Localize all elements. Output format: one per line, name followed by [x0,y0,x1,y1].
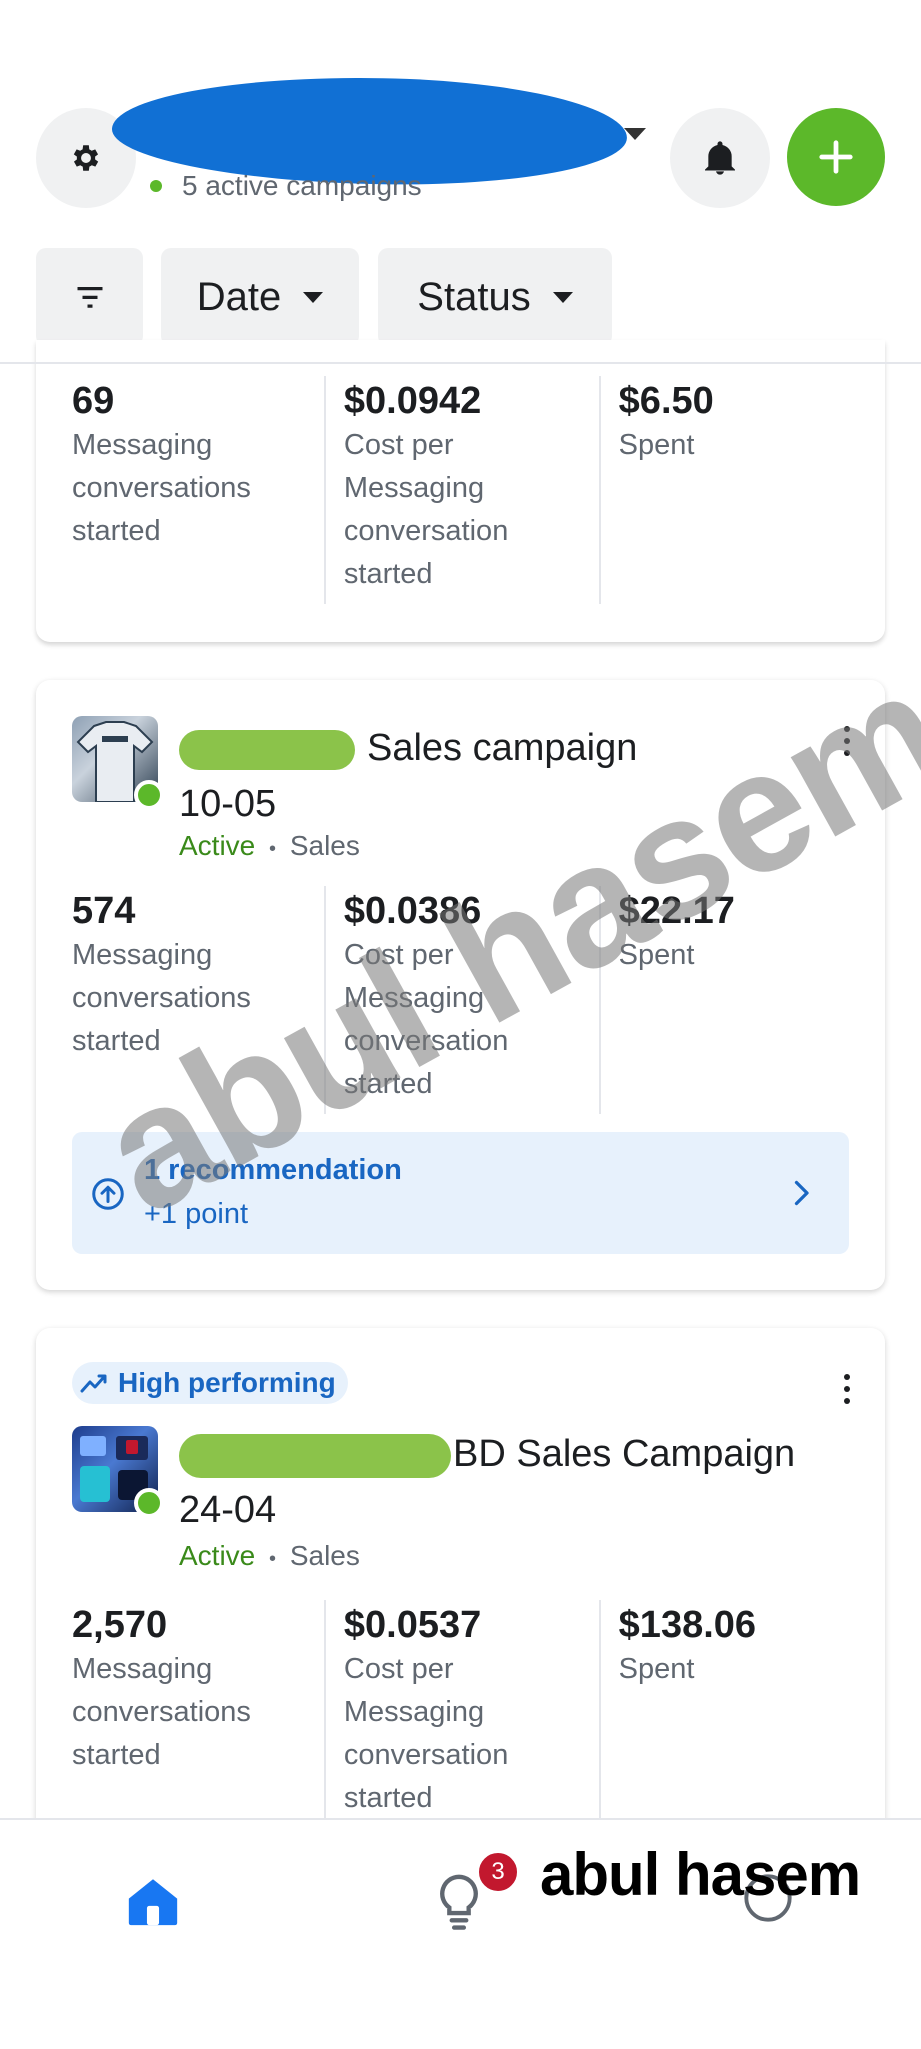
plus-icon [819,140,853,174]
metric-value: 574 [72,890,136,932]
create-campaign-button[interactable] [787,108,885,206]
arrow-up-circle-icon [92,1178,124,1210]
high-performing-badge: High performing [72,1362,348,1404]
campaign-title-text: BD Sales Campaign [453,1433,796,1475]
separator-dot: • [269,838,277,860]
metric-value: $6.50 [618,380,714,422]
separator-dot: • [269,1548,277,1570]
nav-tab-ideas[interactable] [434,1872,484,1935]
campaign-metrics: 2,570 Messaging conversations started $0… [72,1600,885,1828]
lightbulb-icon [440,1874,478,1930]
active-dot-icon [150,180,162,192]
nav-tab-home[interactable] [124,1874,182,1933]
status-filter-dropdown[interactable]: Status [378,248,612,346]
filter-divider [0,362,921,364]
filter-icon [77,287,102,308]
campaign-card[interactable]: 69 Messaging conversations started $0.09… [36,340,885,642]
campaign-card[interactable]: High performing BD Sales Campaign 24-04 … [36,1328,885,1888]
metric-spent: $6.50 Spent [598,376,885,604]
campaign-metrics: 69 Messaging conversations started $0.09… [72,376,885,604]
campaign-title-line2: 10-05 [179,783,277,825]
metric-cost-per-conversation: $0.0942 Cost per Messaging conversation … [323,376,599,604]
metric-spent: $138.06 Spent [598,1600,885,1828]
more-options-icon[interactable] [843,1374,851,1404]
chevron-down-icon[interactable] [624,128,646,140]
campaign-objective: Sales [289,830,360,861]
active-dot-icon [134,1488,164,1518]
metric-label: Cost per Messaging conversation started [343,1653,509,1814]
home-icon [128,1879,178,1926]
campaign-title-line2: 24-04 [179,1489,277,1531]
metric-label: Spent [618,1653,695,1685]
campaign-thumbnail [72,1426,172,1526]
metric-conversations: 69 Messaging conversations started [72,376,324,604]
chevron-right-icon [794,1180,809,1206]
metric-value: $0.0942 [343,380,482,422]
campaign-status-line: Active • Sales [179,830,360,862]
campaign-status-line: Active • Sales [179,1540,360,1572]
campaign-name-redaction [179,1433,451,1478]
campaign-objective: Sales [289,1540,360,1571]
metric-value: $138.06 [618,1604,757,1646]
filter-button[interactable] [36,248,143,346]
metric-label: Messaging conversations started [72,429,251,547]
metric-value: 2,570 [72,1604,168,1646]
chevron-down-icon [552,291,573,303]
active-dot-icon [134,780,164,810]
metric-conversations: 2,570 Messaging conversations started [72,1600,324,1828]
campaign-status: Active [179,1540,256,1571]
date-filter-label: Date [196,274,282,319]
active-campaigns-status: 5 active campaigns [150,170,422,202]
metric-label: Messaging conversations started [72,1653,251,1771]
campaign-title-text: Sales campaign [367,727,638,769]
campaign-status: Active [179,830,256,861]
metric-cost-per-conversation: $0.0537 Cost per Messaging conversation … [323,1600,599,1828]
gear-icon [73,145,99,171]
metric-label: Cost per Messaging conversation started [343,429,509,590]
campaign-name-redaction [179,729,355,770]
active-campaigns-text: 5 active campaigns [182,170,422,201]
metric-label: Spent [618,429,695,461]
date-filter-dropdown[interactable]: Date [161,248,359,346]
trending-up-icon [80,1374,107,1393]
watermark-corner-text: abul hasem [540,1841,861,1908]
status-filter-label: Status [417,274,531,319]
campaign-title[interactable]: BD Sales Campaign 24-04 [179,1426,809,1538]
notification-count-badge: 3 [476,1850,520,1894]
notifications-button[interactable] [670,108,770,208]
badge-label: High performing [118,1367,336,1398]
metric-value: $0.0537 [343,1604,482,1646]
bell-icon [705,141,735,175]
chevron-down-icon [303,291,324,303]
campaign-thumbnail [72,716,172,816]
metric-value: 69 [72,380,115,422]
